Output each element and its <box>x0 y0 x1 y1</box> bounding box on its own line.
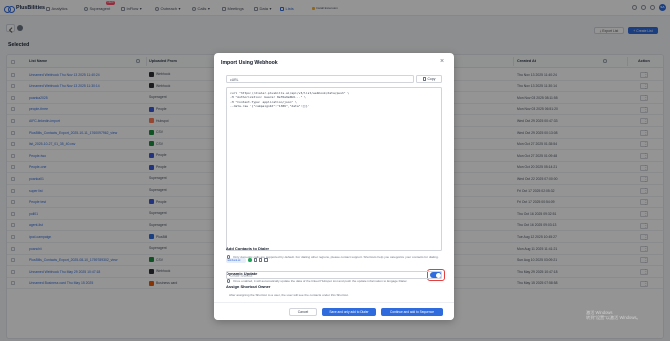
create-shortcut-select[interactable]: Create Shortcut <box>226 271 442 279</box>
dialog-title: Import Using Webhook <box>221 60 278 66</box>
import-webhook-dialog: Import Using Webhook × cURL Copy curl "h… <box>214 53 454 320</box>
info-icon <box>227 279 231 283</box>
info-icon <box>227 255 231 259</box>
close-icon[interactable]: × <box>438 58 446 66</box>
assign-owner-info: After assigning the Shortcut to a user, … <box>229 293 349 297</box>
code-line: --data-raw '{"campaignId":"1386","data":… <box>230 104 310 109</box>
add-contacts-title: Add Contacts to Dialer <box>226 246 270 251</box>
cancel-button[interactable]: Cancel <box>289 308 317 316</box>
windows-activation-watermark: 激活 Windows 转到"设置"以激活 Windows。 <box>586 310 641 320</box>
copy-label: Copy <box>427 77 436 81</box>
curl-select[interactable]: cURL <box>226 75 414 83</box>
copy-icon <box>422 77 426 81</box>
copy-button[interactable]: Copy <box>416 75 442 83</box>
add-contacts-info-text: Only domestic calls are supported by def… <box>233 255 439 259</box>
continue-add-to-sequence-button[interactable]: Continue and add to Sequence <box>381 308 443 316</box>
assign-owner-title: Assign Shortcut Owner <box>226 284 271 289</box>
dynamic-update-info-text: Once enabled, it will automatically upda… <box>233 279 408 283</box>
webhook-code-block[interactable]: curl "https://dialer.plusbills.ai/api/v3… <box>226 87 442 251</box>
add-contacts-info: Only domestic calls are supported by def… <box>226 255 442 259</box>
dialog-footer: Cancel Save and only add to Dialer Conti… <box>214 302 454 320</box>
dynamic-update-info: Once enabled, it will automatically upda… <box>226 279 442 283</box>
watermark-line: 转到"设置"以激活 Windows。 <box>586 315 641 320</box>
save-add-to-dialer-button[interactable]: Save and only add to Dialer <box>322 308 376 316</box>
